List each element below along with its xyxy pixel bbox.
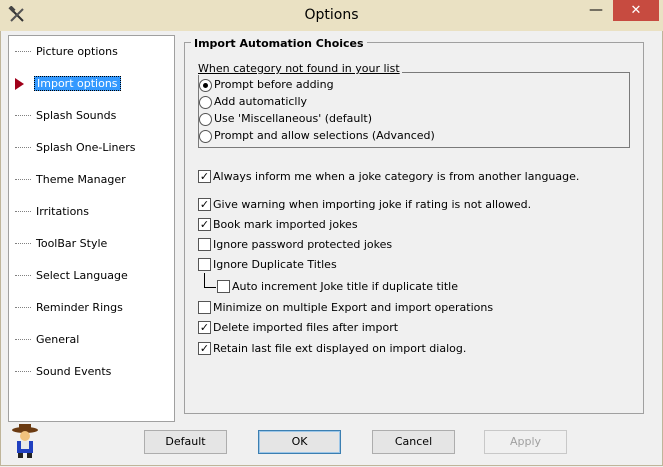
sidebar-item-picture-options[interactable]: Picture options (9, 42, 169, 62)
tree-connector (15, 371, 31, 372)
radio-group-title: When category not found in your list (198, 62, 402, 75)
tree-connector (15, 307, 31, 308)
sidebar-item-label: ToolBar Style (36, 237, 108, 250)
tree-connector (15, 275, 31, 276)
sidebar-item-select-language[interactable]: Select Language (9, 266, 169, 286)
sidebar-item-sound-events[interactable]: Sound Events (9, 362, 169, 382)
window-title: Options (304, 7, 359, 23)
checkbox-label: Ignore Duplicate Titles (213, 258, 337, 271)
checkbox-indicator[interactable]: ✓ (198, 321, 211, 334)
sidebar-item-label: Import options (34, 76, 121, 91)
tree-connector (15, 179, 31, 180)
tree-connector (15, 115, 31, 116)
sidebar-item-label: General (36, 333, 80, 346)
tree-connector (15, 147, 31, 148)
sidebar-item-label: Irritations (36, 205, 90, 218)
red-arrow-icon (15, 78, 24, 90)
checkbox-indicator[interactable] (198, 238, 211, 251)
checkbox-indicator[interactable]: ✓ (198, 170, 211, 183)
checkbox-label: Always inform me when a joke category is… (213, 170, 580, 183)
close-button[interactable]: ✕ (613, 0, 659, 21)
sidebar-item-label: Reminder Rings (36, 301, 123, 314)
checkbox-indicator[interactable]: ✓ (198, 218, 211, 231)
tree-connector (15, 243, 31, 244)
sidebar-item-label: Sound Events (36, 365, 112, 378)
sidebar-item-import-options[interactable]: Import options (9, 74, 169, 94)
tree-connector (15, 51, 31, 52)
apply-button[interactable]: Apply (484, 430, 567, 454)
radio-label: Prompt and allow selections (Advanced) (214, 129, 435, 142)
tree-connector (15, 211, 31, 212)
checkbox-label: Give warning when importing joke if rati… (213, 198, 532, 211)
checkbox-indicator[interactable]: ✓ (198, 342, 211, 355)
sidebar-item-toolbar-style[interactable]: ToolBar Style (9, 234, 169, 254)
sidebar-item-label: Splash Sounds (36, 109, 117, 122)
checkbox-indicator[interactable] (217, 280, 230, 293)
options-tree[interactable]: Picture options Import options Splash So… (8, 35, 175, 422)
sub-option-connector (204, 273, 216, 288)
sidebar-item-label: Picture options (36, 45, 118, 58)
minimize-button[interactable]: — (582, 0, 610, 22)
sidebar-item-label: Theme Manager (36, 173, 126, 186)
sidebar-item-irritations[interactable]: Irritations (9, 202, 169, 222)
checkbox-label: Book mark imported jokes (213, 218, 358, 231)
radio-indicator[interactable] (199, 96, 212, 109)
ok-button[interactable]: OK (258, 430, 341, 454)
sidebar-item-label: Select Language (36, 269, 128, 282)
title-bar: Options — ✕ (0, 0, 663, 32)
cowboy-avatar-icon (12, 424, 38, 458)
checkbox-indicator[interactable] (198, 301, 211, 314)
checkbox-label: Minimize on multiple Export and import o… (213, 301, 494, 314)
radio-label: Use 'Miscellaneous' (default) (214, 112, 372, 125)
sidebar-item-splash-sounds[interactable]: Splash Sounds (9, 106, 169, 126)
radio-indicator[interactable] (199, 79, 212, 92)
checkbox-label: Ignore password protected jokes (213, 238, 393, 251)
sidebar-item-reminder-rings[interactable]: Reminder Rings (9, 298, 169, 318)
sidebar-item-splash-one-liners[interactable]: Splash One-Liners (9, 138, 169, 158)
group-title: Import Automation Choices (191, 37, 367, 50)
radio-indicator[interactable] (199, 130, 212, 143)
cancel-button[interactable]: Cancel (372, 430, 455, 454)
checkbox-label: Delete imported files after import (213, 321, 399, 334)
checkbox-indicator[interactable]: ✓ (198, 198, 211, 211)
checkbox-label: Auto increment Joke title if duplicate t… (232, 280, 458, 293)
checkbox-label: Retain last file ext displayed on import… (213, 342, 467, 355)
sidebar-item-general[interactable]: General (9, 330, 169, 350)
radio-indicator[interactable] (199, 113, 212, 126)
radio-label: Prompt before adding (214, 78, 334, 91)
tree-connector (15, 339, 31, 340)
sidebar-item-theme-manager[interactable]: Theme Manager (9, 170, 169, 190)
radio-label: Add automaticlly (214, 95, 308, 108)
sidebar-item-label: Splash One-Liners (36, 141, 136, 154)
checkbox-indicator[interactable] (198, 258, 211, 271)
default-button[interactable]: Default (144, 430, 227, 454)
